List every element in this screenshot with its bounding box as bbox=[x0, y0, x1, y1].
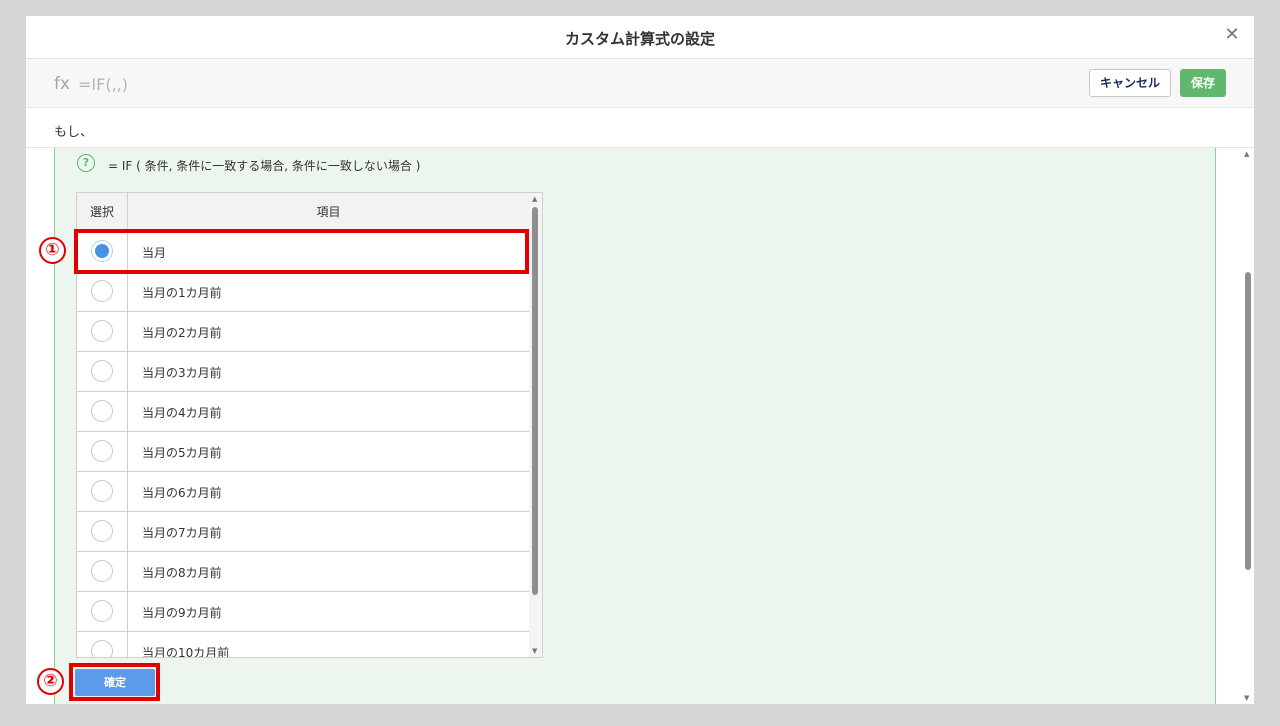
scroll-up-arrow-icon[interactable]: ▲ bbox=[532, 195, 537, 203]
select-cell bbox=[77, 472, 128, 511]
list-rows: 当月 当月の1カ月前 当月の2カ月前 当月の3カ月前 当月の4カ月前 当月の5カ月前 当月の… bbox=[77, 232, 529, 658]
select-cell bbox=[77, 352, 128, 391]
item-label: 当月の6カ月前 bbox=[142, 486, 222, 500]
select-cell bbox=[77, 312, 128, 351]
condition-text: もし、 bbox=[54, 125, 94, 140]
function-syntax: = IF ( 条件, 条件に一致する場合, 条件に一致しない場合 ) bbox=[108, 159, 421, 173]
formula-bar: fx =IF(,,) キャンセル 保存 bbox=[26, 59, 1254, 108]
list-item[interactable]: 当月の5カ月前 bbox=[77, 432, 529, 472]
dialog-scrollbar[interactable]: ▲ ▼ bbox=[1242, 148, 1254, 704]
help-icon[interactable]: ? bbox=[77, 154, 95, 172]
select-cell bbox=[77, 392, 128, 431]
list-item[interactable]: 当月の10カ月前 bbox=[77, 632, 529, 658]
list-item[interactable]: 当月の8カ月前 bbox=[77, 552, 529, 592]
item-label: 当月の5カ月前 bbox=[142, 446, 222, 460]
item-label: 当月の1カ月前 bbox=[142, 286, 222, 300]
condition-line: もし、 bbox=[26, 108, 1254, 148]
radio-unselected[interactable] bbox=[91, 600, 113, 622]
item-label: 当月の7カ月前 bbox=[142, 526, 222, 540]
formula-expression: =IF(,,) bbox=[78, 75, 128, 94]
select-cell bbox=[77, 272, 128, 311]
select-cell bbox=[77, 432, 128, 471]
save-button[interactable]: 保存 bbox=[1180, 69, 1226, 97]
item-label: 当月の2カ月前 bbox=[142, 326, 222, 340]
list-item[interactable]: 当月の9カ月前 bbox=[77, 592, 529, 632]
annotation-marker-1: ① bbox=[39, 237, 66, 264]
column-header-item: 項目 bbox=[316, 205, 341, 219]
radio-unselected[interactable] bbox=[91, 440, 113, 462]
list-header: 選択 項目 bbox=[77, 193, 529, 232]
list-item[interactable]: 当月の7カ月前 bbox=[77, 512, 529, 552]
radio-unselected[interactable] bbox=[91, 520, 113, 542]
close-icon[interactable]: ✕ bbox=[1222, 25, 1242, 45]
list-item[interactable]: 当月の4カ月前 bbox=[77, 392, 529, 432]
dialog-header: カスタム計算式の設定 ✕ bbox=[26, 16, 1254, 59]
list-scrollbar[interactable]: ▲ ▼ bbox=[529, 193, 542, 657]
radio-unselected[interactable] bbox=[91, 640, 113, 657]
custom-formula-dialog: カスタム計算式の設定 ✕ fx =IF(,,) キャンセル 保存 もし、 ? =… bbox=[26, 16, 1254, 704]
radio-unselected[interactable] bbox=[91, 280, 113, 302]
list-item[interactable]: 当月の6カ月前 bbox=[77, 472, 529, 512]
radio-unselected[interactable] bbox=[91, 480, 113, 502]
scroll-up-arrow-icon[interactable]: ▲ bbox=[1244, 150, 1249, 158]
fx-label: fx bbox=[54, 74, 71, 94]
list-item[interactable]: 当月の3カ月前 bbox=[77, 352, 529, 392]
select-cell bbox=[77, 632, 128, 657]
item-label: 当月の4カ月前 bbox=[142, 406, 222, 420]
scrollbar-thumb[interactable] bbox=[532, 207, 538, 595]
scroll-down-arrow-icon[interactable]: ▼ bbox=[532, 647, 537, 655]
item-label: 当月の3カ月前 bbox=[142, 366, 222, 380]
select-cell bbox=[77, 552, 128, 591]
radio-unselected[interactable] bbox=[91, 320, 113, 342]
radio-unselected[interactable] bbox=[91, 400, 113, 422]
radio-unselected[interactable] bbox=[91, 360, 113, 382]
highlight-selected-row bbox=[74, 229, 529, 274]
list-item[interactable]: 当月の1カ月前 bbox=[77, 272, 529, 312]
radio-unselected[interactable] bbox=[91, 560, 113, 582]
highlight-confirm-button bbox=[69, 663, 160, 701]
list-item[interactable]: 当月の2カ月前 bbox=[77, 312, 529, 352]
scrollbar-thumb[interactable] bbox=[1245, 272, 1251, 570]
item-label: 当月の10カ月前 bbox=[142, 646, 230, 658]
scroll-down-arrow-icon[interactable]: ▼ bbox=[1244, 694, 1249, 702]
cancel-button[interactable]: キャンセル bbox=[1089, 69, 1171, 97]
item-label: 当月の9カ月前 bbox=[142, 606, 222, 620]
select-cell bbox=[77, 592, 128, 631]
column-header-select: 選択 bbox=[77, 193, 128, 231]
item-label: 当月の8カ月前 bbox=[142, 566, 222, 580]
annotation-marker-2: ② bbox=[37, 668, 64, 695]
select-cell bbox=[77, 512, 128, 551]
dialog-title: カスタム計算式の設定 bbox=[564, 30, 715, 48]
